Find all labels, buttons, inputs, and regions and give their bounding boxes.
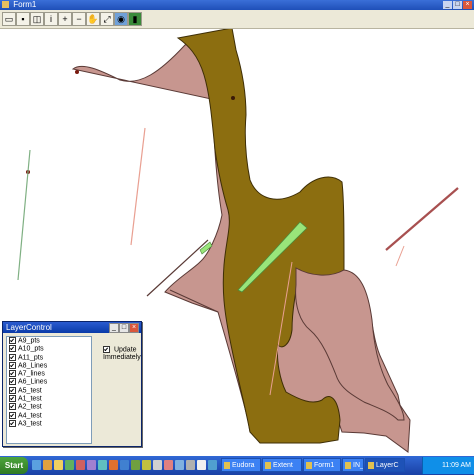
checkbox-checked-icon[interactable]: [9, 378, 16, 386]
zoom-out-icon[interactable]: −: [72, 12, 86, 26]
open-icon[interactable]: ▭: [2, 12, 16, 26]
app-icon: [2, 1, 9, 8]
window-title: Form1: [13, 0, 37, 9]
layer-icon[interactable]: ◫: [30, 12, 44, 26]
point-feature: [75, 70, 79, 74]
checkbox-checked-icon[interactable]: [9, 386, 16, 394]
maximize-button[interactable]: □: [453, 1, 462, 9]
layer-control-window: LayerControl _ □ × A9_pts A10_pts A11_pt…: [2, 321, 142, 447]
quicklaunch-icon[interactable]: [164, 460, 173, 470]
checkbox-checked-icon[interactable]: [9, 403, 16, 411]
quicklaunch-icon[interactable]: [76, 460, 85, 470]
quicklaunch-icon[interactable]: [87, 460, 96, 470]
minimize-icon[interactable]: _: [109, 323, 119, 333]
layer-list[interactable]: A9_pts A10_pts A11_pts A8_Lines A7_lines…: [6, 336, 92, 444]
layer-item[interactable]: A8_Lines: [7, 361, 91, 370]
layer-item[interactable]: A11_pts: [7, 353, 91, 362]
checkbox-checked-icon[interactable]: [9, 411, 16, 419]
maximize-icon[interactable]: □: [119, 323, 129, 333]
layer-item[interactable]: A3_test: [7, 419, 91, 428]
layer-item[interactable]: A6_Lines: [7, 378, 91, 386]
checkbox-checked-icon[interactable]: [9, 337, 16, 344]
layer-item[interactable]: A2_test: [7, 403, 91, 411]
close-button[interactable]: ×: [463, 1, 472, 9]
save-icon[interactable]: ▪: [16, 12, 30, 26]
quicklaunch-icon[interactable]: [98, 460, 107, 470]
task-eudora[interactable]: Eudora: [221, 458, 261, 472]
checkbox-checked-icon[interactable]: [9, 345, 16, 353]
checkbox-checked-icon[interactable]: [9, 361, 16, 369]
checkbox-checked-icon[interactable]: [9, 370, 16, 378]
task-form1[interactable]: Form1: [303, 458, 341, 472]
task-layercontrol[interactable]: LayerC: [365, 458, 405, 472]
update-immediately-option[interactable]: Update Immediately: [103, 346, 141, 362]
layer-item[interactable]: A4_test: [7, 411, 91, 420]
layer-item[interactable]: A7_lines: [7, 370, 91, 378]
quicklaunch-icon[interactable]: [109, 460, 118, 470]
layer-control-title: LayerControl: [6, 323, 52, 332]
task-extent[interactable]: Extent: [262, 458, 302, 472]
quicklaunch-icon[interactable]: [120, 460, 129, 470]
full-extent-icon[interactable]: ⤢: [100, 12, 114, 26]
close-icon[interactable]: ×: [129, 323, 139, 333]
layer-item[interactable]: A1_test: [7, 395, 91, 403]
layer-control-title-bar[interactable]: LayerControl _ □ ×: [3, 322, 141, 333]
minimize-button[interactable]: _: [443, 1, 452, 9]
start-button[interactable]: Start: [0, 457, 28, 474]
point-feature: [231, 96, 235, 100]
quicklaunch-icon[interactable]: [186, 460, 195, 470]
quicklaunch-icon[interactable]: [32, 460, 41, 470]
quicklaunch-icon[interactable]: [208, 460, 217, 470]
checkbox-checked-icon[interactable]: [9, 419, 16, 427]
line-feature: [385, 187, 459, 251]
update-checkbox-icon[interactable]: [103, 346, 110, 353]
quicklaunch-icon[interactable]: [153, 460, 162, 470]
quicklaunch-icon[interactable]: [65, 460, 74, 470]
line-feature: [395, 245, 405, 267]
line-feature: [17, 149, 31, 281]
taskbar: Start Eudora Extent Form1 IN_Les LayerC …: [0, 456, 474, 475]
line-feature: [130, 127, 146, 246]
zoom-in-icon[interactable]: +: [58, 12, 72, 26]
select-icon[interactable]: ▮: [128, 12, 142, 26]
globe-icon[interactable]: ◉: [114, 12, 128, 26]
quicklaunch-icon[interactable]: [142, 460, 151, 470]
pan-icon[interactable]: ✋: [86, 12, 100, 26]
quicklaunch-icon[interactable]: [131, 460, 140, 470]
layer-item[interactable]: A5_test: [7, 386, 91, 395]
task-in-les[interactable]: IN_Les: [342, 458, 364, 472]
quicklaunch-icon[interactable]: [197, 460, 206, 470]
quicklaunch-icon[interactable]: [54, 460, 63, 470]
map-toolbar: ▭ ▪ ◫ i + − ✋ ⤢ ◉ ▮: [0, 10, 474, 29]
window-title-bar[interactable]: Form1 _ □ ×: [0, 0, 474, 10]
layer-item[interactable]: A10_pts: [7, 345, 91, 353]
layer-item[interactable]: A9_pts: [7, 337, 91, 345]
checkbox-checked-icon[interactable]: [9, 395, 16, 403]
identify-icon[interactable]: i: [44, 12, 58, 26]
quicklaunch-icon[interactable]: [175, 460, 184, 470]
clock[interactable]: 11:09 AM: [442, 462, 471, 469]
system-tray: 11:09 AM: [422, 457, 474, 474]
quicklaunch-icon[interactable]: [43, 460, 52, 470]
checkbox-checked-icon[interactable]: [9, 353, 16, 361]
